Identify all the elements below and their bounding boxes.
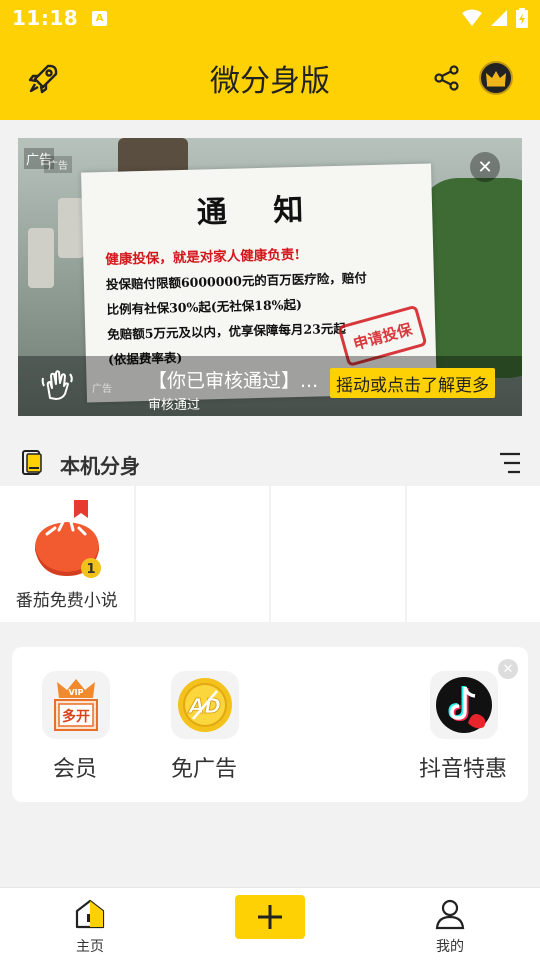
no-ads-icon: AD xyxy=(171,671,239,739)
ad-banner[interactable]: 通 知 健康投保，就是对家人健康负责! 投保赔付限额6000000元的百万医疗险… xyxy=(18,138,522,416)
close-icon[interactable]: ✕ xyxy=(498,659,518,679)
profile-icon xyxy=(434,898,466,930)
ad-headline: 【你已审核通过】... xyxy=(148,370,319,392)
app-header: 微分身版 xyxy=(0,36,540,120)
app-cell[interactable]: 1 番茄免费小说 xyxy=(0,486,134,622)
bottom-nav: 主页 我的 xyxy=(0,887,540,960)
empty-app-slot[interactable] xyxy=(406,486,540,622)
empty-app-slot[interactable] xyxy=(271,486,405,622)
home-icon xyxy=(74,898,106,930)
plus-icon xyxy=(258,905,282,929)
ad-subtitle: 审核通过 xyxy=(148,398,201,413)
battery-charging-icon xyxy=(516,8,528,28)
section-header: 本机分身 xyxy=(0,440,540,486)
notice-highlight: 健康投保，就是对家人健康负责! xyxy=(105,246,301,269)
ad-cta-button[interactable]: 摇动或点击了解更多 xyxy=(330,368,495,398)
nav-label: 主页 xyxy=(76,939,104,955)
notice-line: 投保赔付限额6000000元的百万医疗险，赔付 xyxy=(105,270,367,293)
promo-no-ads[interactable]: AD 免广告 xyxy=(154,671,254,791)
promo-label: 会员 xyxy=(52,757,97,782)
app-grid: 1 番茄免费小说 xyxy=(0,486,540,622)
douyin-icon xyxy=(430,671,498,739)
promo-label: 免广告 xyxy=(170,757,237,782)
svg-text:多开: 多开 xyxy=(62,708,90,725)
promo-label: 抖音特惠 xyxy=(418,757,507,782)
tomato-novel-icon: 1 xyxy=(33,510,101,578)
vip-crown-icon[interactable] xyxy=(479,61,513,95)
close-icon[interactable]: ✕ xyxy=(470,152,500,182)
phone-icon xyxy=(22,449,44,475)
svg-text:VIP: VIP xyxy=(68,688,83,697)
ad-post xyxy=(58,198,84,258)
ad-small-tag: 广告 xyxy=(92,384,112,395)
shake-hand-icon xyxy=(40,368,74,402)
nav-profile[interactable]: 我的 xyxy=(410,896,490,956)
promo-douyin[interactable]: 抖音特惠 xyxy=(413,671,513,791)
status-bar: 11:18 A xyxy=(0,0,540,36)
ad-caption-bar: 广告 【你已审核通过】... 审核通过 摇动或点击了解更多 xyxy=(18,356,522,416)
add-button[interactable] xyxy=(235,895,305,939)
signal-icon xyxy=(491,10,507,26)
nav-home[interactable]: 主页 xyxy=(50,896,130,956)
nav-label: 我的 xyxy=(436,939,464,955)
status-time: 11:18 xyxy=(12,6,79,30)
notification-icon: A xyxy=(92,10,108,26)
share-icon[interactable] xyxy=(432,63,462,93)
section-title: 本机分身 xyxy=(60,454,140,478)
promo-card: VIP 多开 会员 AD 免广告 xyxy=(12,647,528,802)
promo-vip[interactable]: VIP 多开 会员 xyxy=(25,671,125,791)
notice-line: 比例有社保30%起(无社保18%起) xyxy=(106,296,303,317)
app-badge: 1 xyxy=(86,562,95,577)
app-label: 番茄免费小说 xyxy=(15,591,118,611)
notice-title: 通 知 xyxy=(196,192,322,231)
ad-secondary-tag: 广告 xyxy=(44,156,72,173)
empty-app-slot[interactable] xyxy=(135,486,269,622)
status-icons xyxy=(462,8,528,28)
vip-multi-open-icon: VIP 多开 xyxy=(42,671,110,739)
ad-post xyxy=(28,228,54,288)
menu-icon[interactable] xyxy=(498,451,522,475)
wifi-icon xyxy=(462,9,482,26)
